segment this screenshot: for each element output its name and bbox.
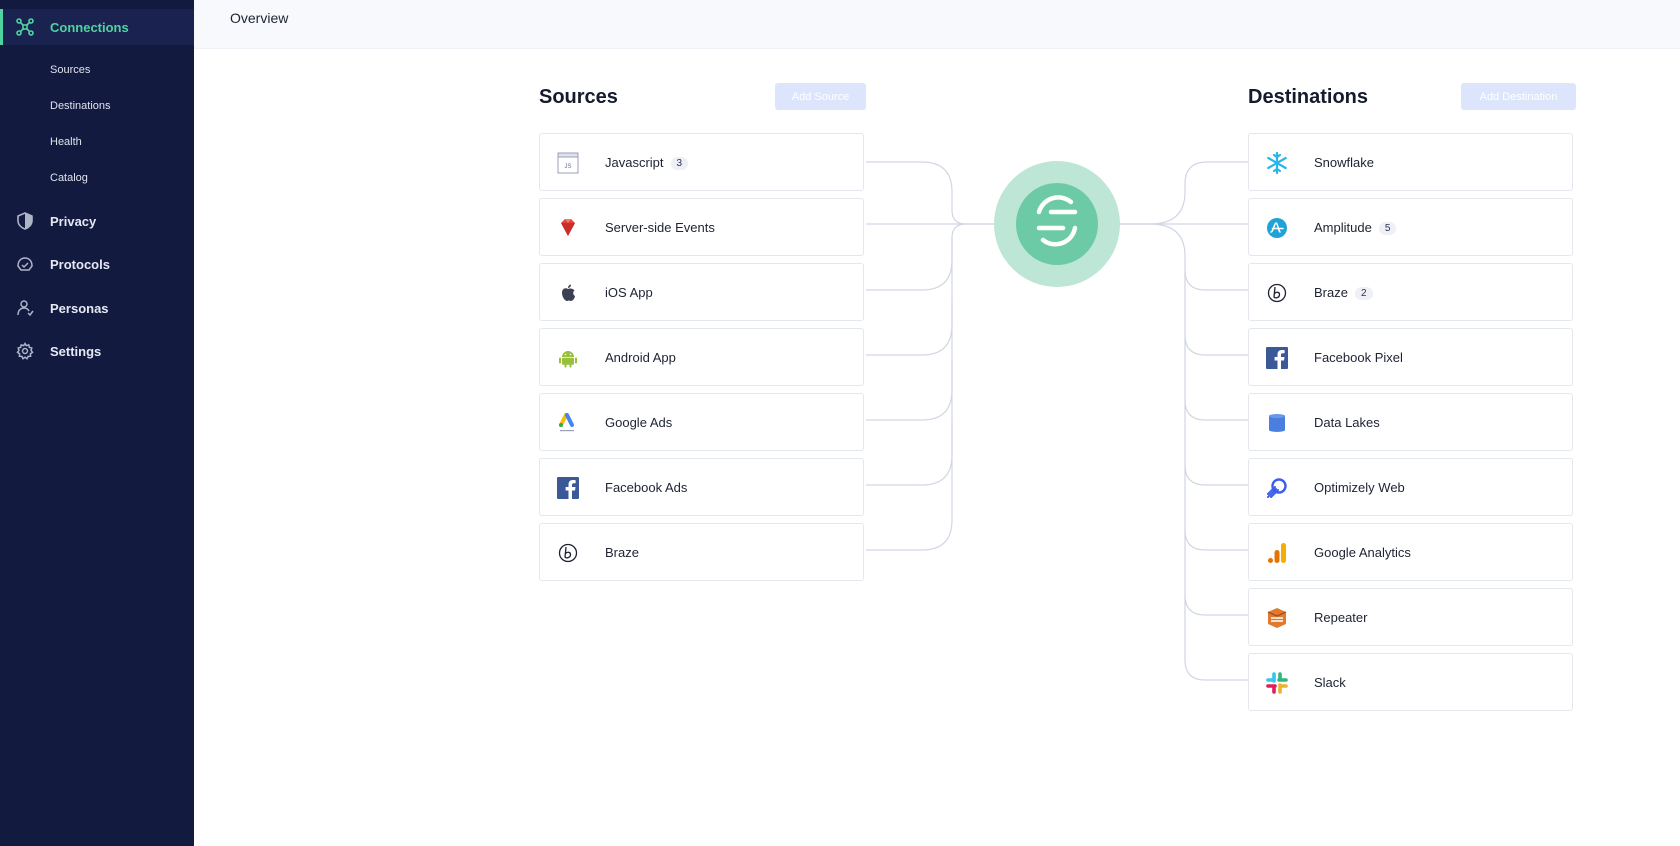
add-destination-button[interactable]: Add Destination [1461,83,1576,110]
source-name: Braze [605,545,639,560]
braze-icon [1267,283,1287,303]
destination-card-slack[interactable]: Slack [1248,653,1573,711]
destination-card-braze[interactable]: Braze 2 [1248,263,1573,321]
destination-card-amplitude[interactable]: Amplitude 5 [1248,198,1573,256]
destination-name: Amplitude 5 [1314,220,1397,235]
source-card-android-app[interactable]: Android App [539,328,864,386]
android-icon [559,351,577,368]
destination-card-google-analytics[interactable]: Google Analytics [1248,523,1573,581]
braze-icon [558,543,578,563]
destination-name: Data Lakes [1314,415,1380,430]
sources-title: Sources [539,86,618,108]
destination-card-facebook-pixel[interactable]: Facebook Pixel [1248,328,1573,386]
count-badge: 2 [1354,287,1373,300]
source-card-server-side-events[interactable]: Server-side Events [539,198,864,256]
facebook-icon [1266,347,1288,369]
count-badge: 3 [670,157,689,170]
destination-name: Facebook Pixel [1314,350,1403,365]
destination-card-optimizely-web[interactable]: Optimizely Web [1248,458,1573,516]
count-badge: 5 [1378,222,1397,235]
destination-name: Repeater [1314,610,1368,625]
source-card-google-ads[interactable]: Google Ads [539,393,864,451]
optimizely-icon [1267,478,1287,498]
destination-card-repeater[interactable]: Repeater [1248,588,1573,646]
slack-icon [1266,672,1288,694]
repeater-icon [1267,608,1287,628]
destination-card-data-lakes[interactable]: Data Lakes [1248,393,1573,451]
destinations-title: Destinations [1248,86,1369,108]
source-card-braze[interactable]: Braze [539,523,864,581]
data-lakes-icon [1269,414,1285,432]
svg-text:JS: JS [564,164,571,170]
ruby-gem-icon [561,219,575,236]
amplitude-icon [1267,218,1287,238]
destination-name: Optimizely Web [1314,480,1405,495]
javascript-icon: JS [557,152,579,174]
source-card-ios-app[interactable]: iOS App [539,263,864,321]
google-ads-icon [559,413,574,432]
destination-card-snowflake[interactable]: Snowflake [1248,133,1573,191]
source-name: Javascript 3 [605,155,689,170]
destination-name: Snowflake [1314,155,1374,170]
destination-name: Google Analytics [1314,545,1411,560]
source-name: Google Ads [605,415,673,430]
snowflake-icon [1267,152,1287,174]
source-card-facebook-ads[interactable]: Facebook Ads [539,458,864,516]
google-analytics-icon [1268,543,1286,563]
source-name: Server-side Events [605,220,715,235]
apple-icon [562,284,575,301]
destination-name: Braze 2 [1314,285,1373,300]
source-name: iOS App [605,285,653,300]
facebook-icon [557,477,579,499]
destination-name: Slack [1314,675,1346,690]
source-card-javascript[interactable]: JS Javascript 3 [539,133,864,191]
source-name: Android App [605,350,676,365]
add-source-button[interactable]: Add Source [775,83,866,110]
source-name: Facebook Ads [605,480,688,495]
segment-hub-icon [994,161,1120,287]
